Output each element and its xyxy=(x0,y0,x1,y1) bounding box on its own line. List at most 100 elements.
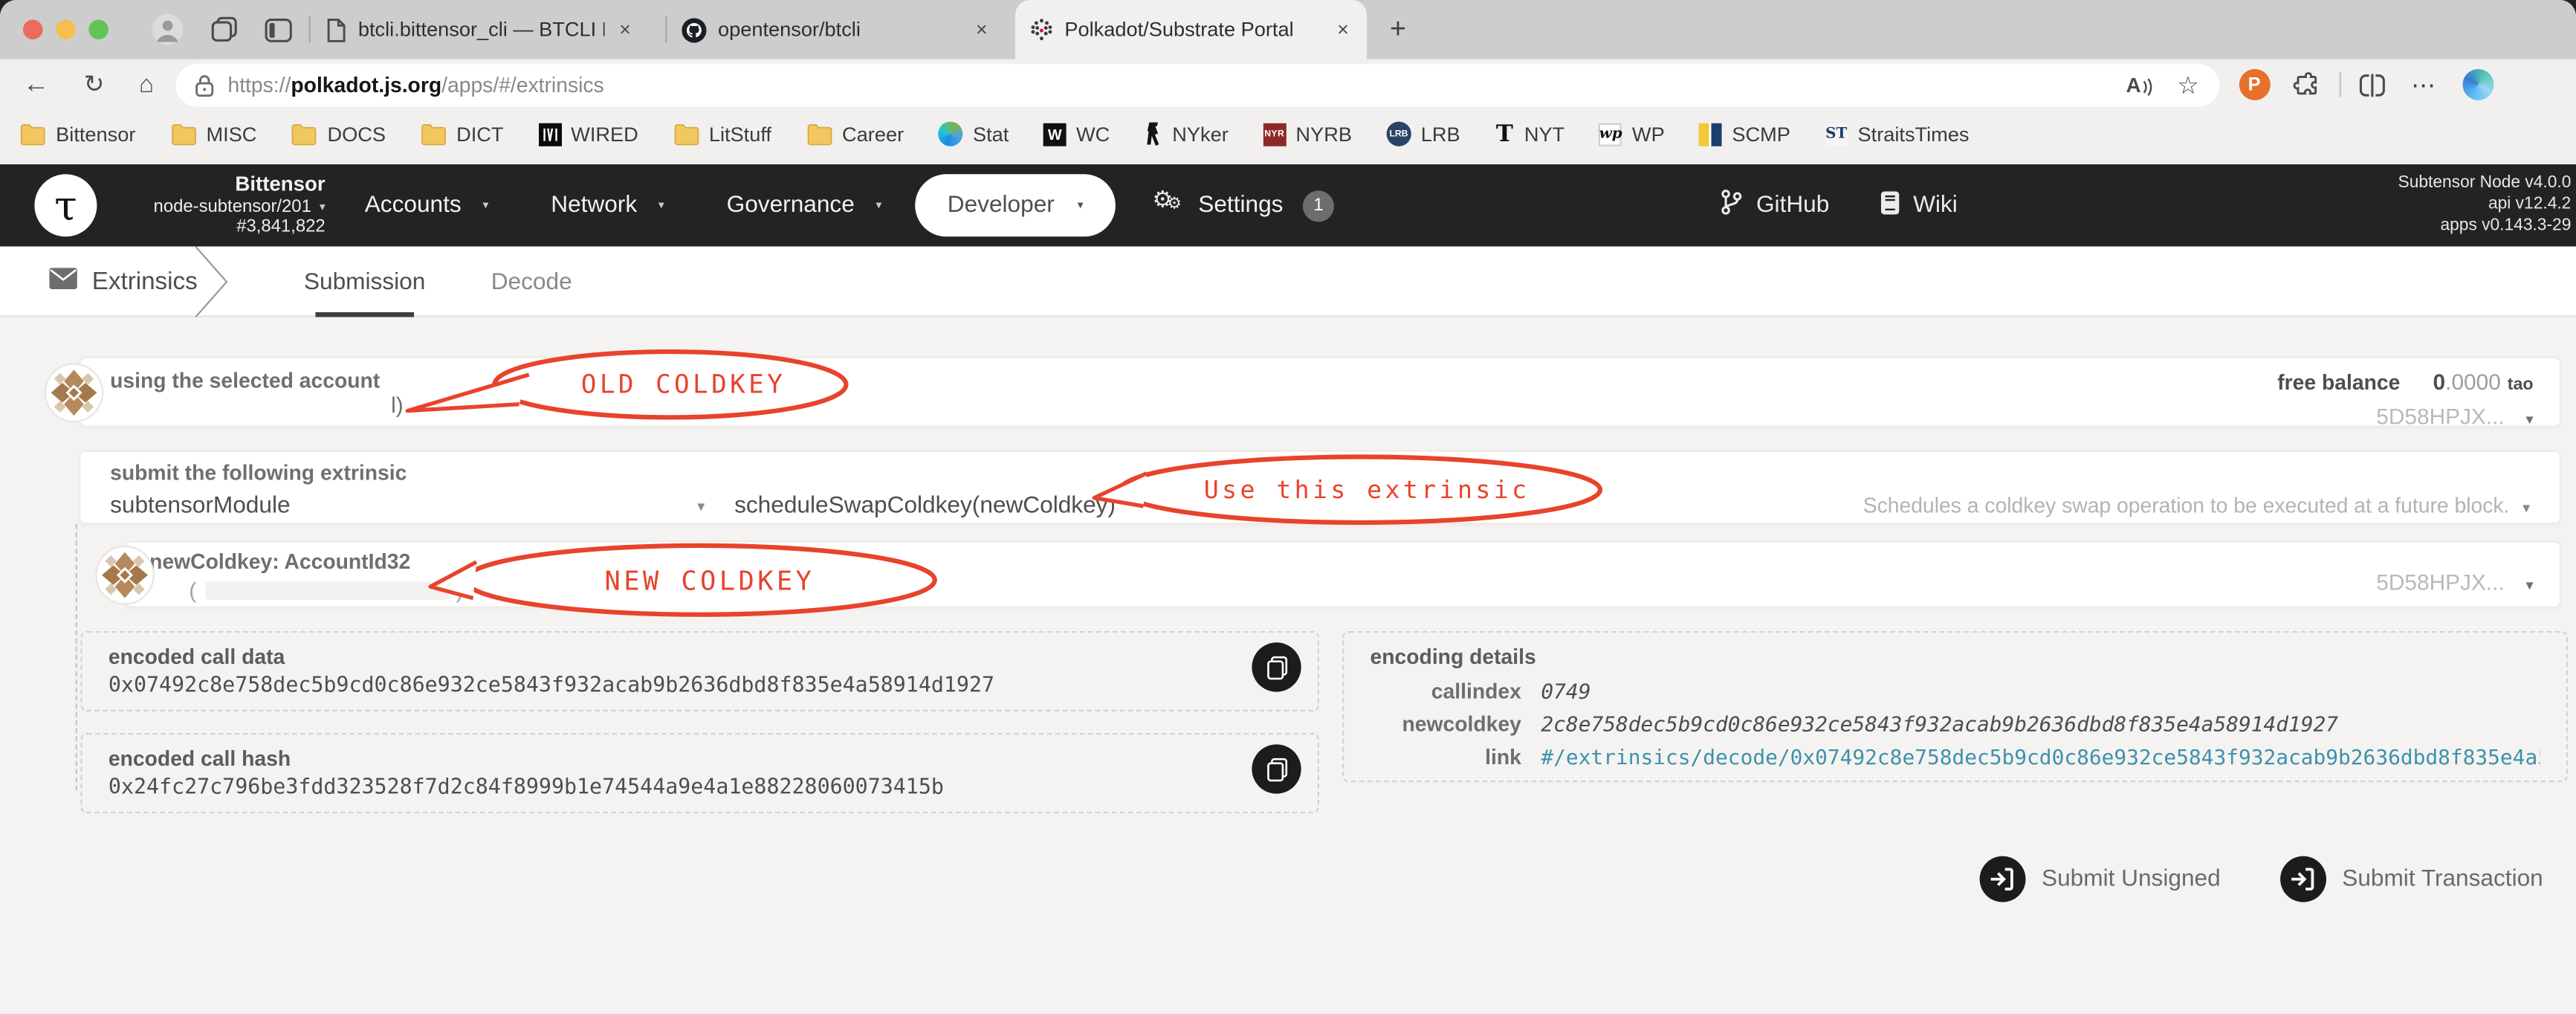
straitstimes-favicon: ST xyxy=(1825,122,1848,146)
actions-row: Submit Unsigned Submit Transaction xyxy=(0,856,2543,902)
extensions-puzzle-icon[interactable] xyxy=(2293,71,2319,97)
copy-call-hash-button[interactable] xyxy=(1252,744,1301,794)
bookmark-misc[interactable]: MISC xyxy=(170,123,256,146)
new-tab-button[interactable]: + xyxy=(1390,13,1406,46)
callindex-value: 0749 xyxy=(1541,678,1591,704)
header-links: GitHub Wiki xyxy=(1720,164,1958,247)
decode-link[interactable]: #/extrinsics/decode/0x07492c8e758dec5b9c… xyxy=(1541,744,2540,769)
bookmark-wc[interactable]: W WC xyxy=(1043,122,1110,146)
bittensor-logo[interactable]: τ xyxy=(34,174,97,237)
svg-text:OLD COLDKEY: OLD COLDKEY xyxy=(581,369,786,399)
account-address[interactable]: 5D58HPJX... xyxy=(2376,404,2505,429)
balance-block: free balance 0.0000 tao 5D58HPJX... ▾ xyxy=(2277,368,2533,432)
bookmark-lrb[interactable]: LRB LRB xyxy=(1386,121,1460,146)
nav-developer[interactable]: Developer ▾ xyxy=(914,174,1116,237)
read-aloud-icon[interactable]: A xyxy=(2126,73,2155,96)
balance-frac: .0000 xyxy=(2445,369,2501,395)
copy-call-data-button[interactable] xyxy=(1252,642,1301,692)
sidebar-toggle-icon[interactable] xyxy=(265,17,293,42)
polkadot-favicon xyxy=(1030,18,1053,41)
browser-tab-bar: btcli.bittensor_cli — BTCLI Docs × opent… xyxy=(0,0,2576,59)
module-select[interactable]: subtensorModule ▾ xyxy=(110,493,705,519)
zoom-window-button[interactable] xyxy=(88,19,109,40)
apps-version: apps v0.143.3-29 xyxy=(2440,216,2572,235)
block-number: #3,841,822 xyxy=(236,217,326,238)
wiki-link[interactable]: Wiki xyxy=(1879,190,1958,221)
close-tab-icon[interactable]: × xyxy=(1334,18,1352,41)
back-button[interactable]: ← xyxy=(23,71,49,97)
nav-settings[interactable]: ⚙ ⚙ Settings 1 xyxy=(1152,186,1334,222)
nav-governance[interactable]: Governance ▾ xyxy=(727,193,882,219)
close-tab-icon[interactable]: × xyxy=(973,18,991,41)
nav-accounts[interactable]: Accounts ▾ xyxy=(365,193,489,219)
browser-tab-polkadot-portal[interactable]: Polkadot/Substrate Portal × xyxy=(1015,0,1368,59)
bookmark-scmp[interactable]: SCMP xyxy=(1699,122,1790,146)
bookmark-career[interactable]: Career xyxy=(806,123,904,146)
folder-icon xyxy=(291,123,317,146)
favorite-star-icon[interactable]: ☆ xyxy=(2177,70,2199,100)
free-balance-label: free balance xyxy=(2277,369,2401,395)
chevron-down-icon[interactable]: ▾ xyxy=(2526,577,2534,593)
encoded-call-hash-value[interactable]: 0x24fc27c796be3fdd323528f7d2c84f8999b1e7… xyxy=(109,775,1292,800)
bookmark-nyker[interactable]: NYker xyxy=(1145,122,1229,146)
method-description: Schedules a coldkey swap operation to be… xyxy=(1863,493,2510,518)
github-link[interactable]: GitHub xyxy=(1720,189,1829,222)
wired-favicon xyxy=(537,122,561,146)
param-identicon[interactable] xyxy=(95,545,155,613)
chevron-down-icon: ▾ xyxy=(1077,200,1084,213)
encoded-call-data-label: encoded call data xyxy=(108,644,285,669)
nav-network[interactable]: Network ▾ xyxy=(551,193,664,219)
bookmark-straitstimes[interactable]: ST StraitsTimes xyxy=(1825,122,1970,146)
polkadot-extension-icon[interactable]: P xyxy=(2239,68,2271,100)
browser-tab-opentensor[interactable]: opentensor/btcli × xyxy=(667,0,1005,59)
param-address[interactable]: 5D58HPJX... xyxy=(2376,570,2505,595)
bookmark-stat[interactable]: Stat xyxy=(938,121,1009,146)
encoded-call-data-value[interactable]: 0x07492c8e758dec5b9cd0c86e932ce5843f932a… xyxy=(109,674,1292,698)
url-text[interactable]: https://polkadot.js.org/apps/#/extrinsic… xyxy=(227,72,2126,97)
bookmark-nyrb[interactable]: NYR NYRB xyxy=(1263,122,1352,146)
account-identicon[interactable] xyxy=(44,363,104,431)
stat-favicon xyxy=(938,121,963,146)
tab-overview-icon[interactable] xyxy=(210,16,239,42)
bookmark-dict[interactable]: DICT xyxy=(420,123,504,146)
node-info[interactable]: Bittensor node-subtensor/201 ▾ #3,841,822 xyxy=(118,172,326,239)
submit-unsigned-button[interactable]: Submit Unsigned xyxy=(1979,856,2221,902)
folder-icon xyxy=(170,123,196,146)
bookmark-docs[interactable]: DOCS xyxy=(291,123,386,146)
split-screen-icon[interactable] xyxy=(2358,73,2385,97)
breadcrumb-chevron xyxy=(194,245,230,326)
tab-submission[interactable]: Submission xyxy=(304,247,425,317)
tab-decode[interactable]: Decode xyxy=(491,247,572,317)
bookmark-wired[interactable]: WIRED xyxy=(537,122,638,146)
balance-unit: tao xyxy=(2507,374,2534,395)
tab-title: opentensor/btcli xyxy=(717,18,861,42)
browser-tab-btcli-docs[interactable]: btcli.bittensor_cli — BTCLI Docs × xyxy=(311,0,649,59)
encoding-details-box: encoding details callindex 0749 newcoldk… xyxy=(1342,630,2568,783)
submit-transaction-button[interactable]: Submit Transaction xyxy=(2279,856,2543,902)
close-tab-icon[interactable]: × xyxy=(616,18,634,41)
folder-icon xyxy=(420,123,446,146)
copilot-icon[interactable] xyxy=(2462,68,2494,100)
bookmark-litstuff[interactable]: LitStuff xyxy=(673,123,771,146)
chevron-down-icon[interactable]: ▾ xyxy=(2526,411,2534,427)
node-name: node-subtensor/201 xyxy=(153,196,311,216)
folder-icon xyxy=(20,123,46,146)
address-bar[interactable]: https://polkadot.js.org/apps/#/extrinsic… xyxy=(175,63,2219,106)
close-window-button[interactable] xyxy=(22,19,43,40)
minimize-window-button[interactable] xyxy=(56,19,76,40)
wc-favicon: W xyxy=(1043,122,1067,146)
nyt-favicon: T xyxy=(1495,120,1513,147)
annotation-use-this-extrinsic: Use this extrinsic xyxy=(1092,454,1603,526)
reload-button[interactable]: ↻ xyxy=(84,72,105,97)
encoded-call-hash-box: encoded call hash 0x24fc27c796be3fdd3235… xyxy=(80,732,1319,814)
annotation-old-coldkey: OLD COLDKEY xyxy=(405,349,849,420)
home-button[interactable]: ⌂ xyxy=(139,72,154,97)
settings-label: Settings xyxy=(1198,192,1284,219)
method-value: scheduleSwapColdkey(newColdkey) xyxy=(734,493,1116,520)
chevron-down-icon: ▾ xyxy=(482,200,489,213)
bookmark-bittensor[interactable]: Bittensor xyxy=(20,123,135,146)
more-menu-icon[interactable]: ⋯ xyxy=(2411,70,2437,100)
bookmark-wp[interactable]: wp WP xyxy=(1599,122,1665,146)
bookmark-nyt[interactable]: T NYT xyxy=(1495,120,1564,146)
profile-avatar-icon[interactable] xyxy=(151,13,184,46)
